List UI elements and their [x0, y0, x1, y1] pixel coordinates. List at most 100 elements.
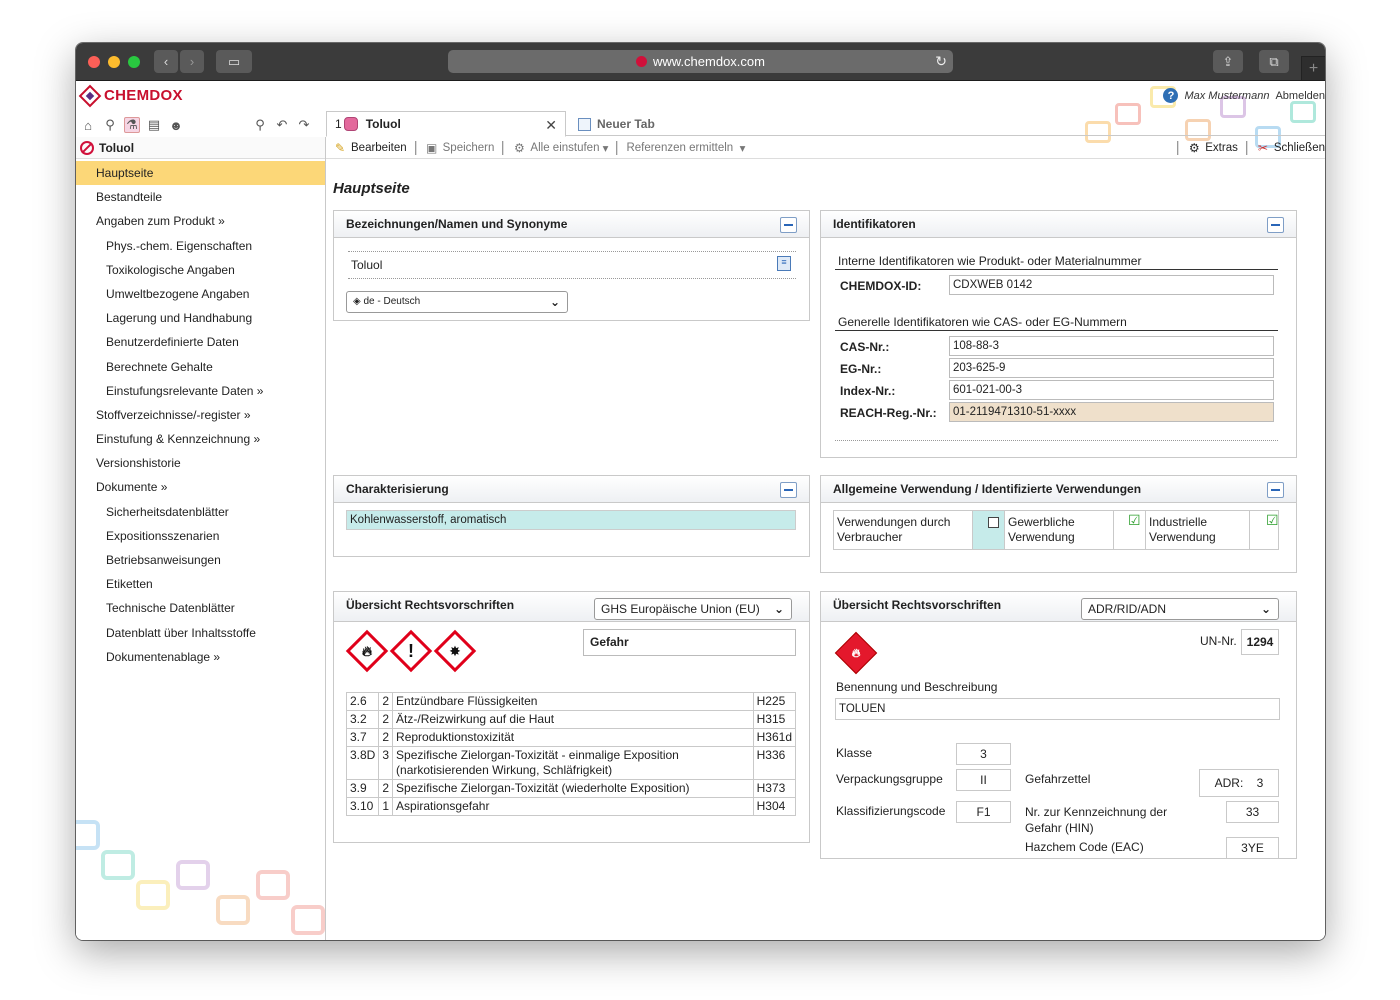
back-button[interactable]: ‹	[154, 50, 178, 73]
language-select[interactable]: ◈ de - Deutsch ⌄	[346, 291, 568, 313]
hazard-class-code: 3.8D	[345, 746, 380, 780]
sidebar-toggle-button[interactable]: ▭	[216, 50, 252, 73]
shipping-name-field[interactable]: TOLUEN	[835, 698, 1280, 720]
flame-icon: 🔥︎	[345, 629, 389, 673]
sidebar-item[interactable]: Angaben zum Produkt »	[76, 209, 325, 233]
transport-panel-title: Übersicht Rechtsvorschriften	[833, 598, 1002, 612]
reload-icon[interactable]: ↻	[935, 53, 947, 70]
index-field[interactable]: 601-021-00-3	[949, 380, 1274, 400]
un-number-field[interactable]: 1294	[1241, 629, 1279, 655]
sidebar-item[interactable]: Sicherheitsdatenblätter	[76, 500, 325, 524]
tab-new[interactable]: Neuer Tab	[570, 111, 663, 137]
search-icon[interactable]: ⚲	[102, 117, 118, 133]
redo-icon[interactable]: ↷	[296, 117, 312, 133]
class-field[interactable]: 3	[956, 743, 1011, 765]
eac-label: Hazchem Code (EAC)	[1025, 840, 1144, 854]
hazard-category: 2	[378, 692, 394, 711]
transport-regulation-select[interactable]: ADR/RID/ADN ⌄	[1081, 598, 1279, 620]
extras-button[interactable]: ⚙ Extras	[1187, 141, 1238, 155]
toolbar-separator	[414, 140, 417, 155]
sidebar-item[interactable]: Technische Datenblätter	[76, 596, 325, 620]
chemdox-id-field[interactable]: CDXWEB 0142	[949, 275, 1274, 295]
collapse-panel-button[interactable]	[780, 482, 797, 498]
sidebar-item[interactable]: Stoffverzeichnisse/-register »	[76, 403, 325, 427]
tabs-overview-button[interactable]: ⧉	[1259, 50, 1289, 73]
sidebar-item[interactable]: Berechnete Gehalte	[76, 355, 325, 379]
new-tab-icon	[578, 117, 591, 131]
hazard-label-prefix: ADR:	[1214, 776, 1244, 790]
hazard-class-code: 3.10	[345, 797, 380, 816]
minimize-window-button[interactable]	[108, 56, 120, 68]
hazard-label-value: 3	[1256, 776, 1264, 790]
sidebar-item[interactable]: Toxikologische Angaben	[76, 258, 325, 282]
close-window-button[interactable]	[88, 56, 100, 68]
find-icon[interactable]: ⚲	[252, 117, 268, 133]
address-bar[interactable]: www.chemdox.com ↻	[448, 50, 953, 73]
sidebar-nav: Hauptseite Bestandteile Angaben zum Produk…	[76, 159, 325, 669]
eg-field[interactable]: 203-625-9	[949, 358, 1274, 378]
sidebar-item[interactable]: Einstufungsrelevante Daten »	[76, 379, 325, 403]
sidebar-item[interactable]: Hauptseite	[76, 161, 325, 186]
hazard-category: 1	[378, 797, 394, 816]
sidebar-item[interactable]: Phys.-chem. Eigenschaften	[76, 234, 325, 258]
ghs-regulation-value: GHS Europäische Union (EU)	[601, 602, 760, 616]
names-panel: Bezeichnungen/Namen und Synonyme Toluol …	[333, 210, 810, 321]
new-tab-button[interactable]: +	[1301, 56, 1325, 80]
collapse-panel-button[interactable]	[780, 217, 797, 233]
home-icon[interactable]: ⌂	[80, 117, 96, 133]
substance-icon[interactable]: ⚗	[124, 117, 140, 133]
sidebar-item[interactable]: Betriebsanweisungen	[76, 548, 325, 572]
h-statement: H373	[752, 779, 797, 798]
sidebar-item[interactable]: Versionshistorie	[76, 451, 325, 475]
sidebar-item[interactable]: Umweltbezogene Angaben	[76, 282, 325, 306]
sidebar-item[interactable]: Benutzerdefinierte Daten	[76, 330, 325, 354]
hin-field[interactable]: 33	[1226, 801, 1279, 823]
sidebar-item[interactable]: Bestandteile	[76, 185, 325, 209]
sidebar-item[interactable]: Dokumentenablage »	[76, 645, 325, 669]
divider	[835, 440, 1278, 441]
reach-field[interactable]: 01-2119471310-51-xxxx	[949, 402, 1274, 422]
hazard-label-field[interactable]: ADR: 3	[1199, 769, 1279, 797]
professional-checkbox[interactable]: ☑	[1128, 512, 1141, 529]
close-button[interactable]: ✂ Schließen	[1256, 141, 1325, 155]
sidebar-item[interactable]: Etiketten	[76, 572, 325, 596]
collapse-panel-button[interactable]	[1267, 217, 1284, 233]
details-icon[interactable]: ≡	[777, 256, 791, 271]
classification-code-field[interactable]: F1	[956, 801, 1011, 823]
share-button[interactable]: ⇪	[1213, 50, 1243, 73]
ghs-regulation-select[interactable]: GHS Europäische Union (EU) ⌄	[594, 598, 792, 620]
hazard-class-code: 3.2	[345, 710, 380, 729]
characterization-field[interactable]: Kohlenwasserstoff, aromatisch	[346, 510, 796, 530]
industrial-checkbox[interactable]: ☑	[1266, 512, 1279, 529]
save-button[interactable]: ▣ Speichern	[425, 141, 494, 155]
sidebar-item[interactable]: Datenblatt über Inhaltsstoffe	[76, 621, 325, 645]
ghs-panel: Übersicht Rechtsvorschriften GHS Europäi…	[333, 591, 810, 843]
collapse-panel-button[interactable]	[1267, 482, 1284, 498]
sidebar-item[interactable]: Expositionsszenarien	[76, 524, 325, 548]
edit-button[interactable]: ✎ Bearbeiten	[333, 141, 407, 155]
tab-toluol[interactable]: 1 Toluol ✕	[326, 111, 566, 137]
classify-all-button[interactable]: ⚙ Alle einstufen ▾	[512, 141, 608, 155]
references-button[interactable]: Referenzen ermitteln ▾	[626, 141, 745, 155]
eac-field[interactable]: 3YE	[1226, 837, 1279, 859]
document-icon[interactable]: ▤	[146, 117, 162, 133]
flask-icon	[343, 117, 358, 131]
help-icon[interactable]: ?	[1163, 88, 1179, 103]
logout-link[interactable]: Abmelden	[1275, 90, 1325, 102]
undo-icon[interactable]: ↶	[274, 117, 290, 133]
sidebar-item[interactable]: Einstufung & Kennzeichnung »	[76, 427, 325, 451]
hazard-text: Entzündbare Flüssigkeiten	[392, 692, 754, 711]
packing-group-field[interactable]: II	[956, 769, 1011, 791]
sidebar-item[interactable]: Dokumente »	[76, 475, 325, 499]
chevron-down-icon: ⌄	[549, 295, 560, 309]
characterization-panel-title: Charakterisierung	[346, 482, 449, 496]
users-icon[interactable]: ☻	[168, 117, 184, 133]
un-number-label: UN-Nr.	[1200, 634, 1237, 648]
site-favicon-icon	[636, 56, 647, 67]
close-tab-icon[interactable]: ✕	[545, 117, 557, 134]
sidebar-item[interactable]: Lagerung und Handhabung	[76, 306, 325, 330]
cas-field[interactable]: 108-88-3	[949, 336, 1274, 356]
forward-button[interactable]: ›	[180, 50, 204, 73]
consumer-checkbox[interactable]	[988, 517, 999, 528]
maximize-window-button[interactable]	[128, 56, 140, 68]
